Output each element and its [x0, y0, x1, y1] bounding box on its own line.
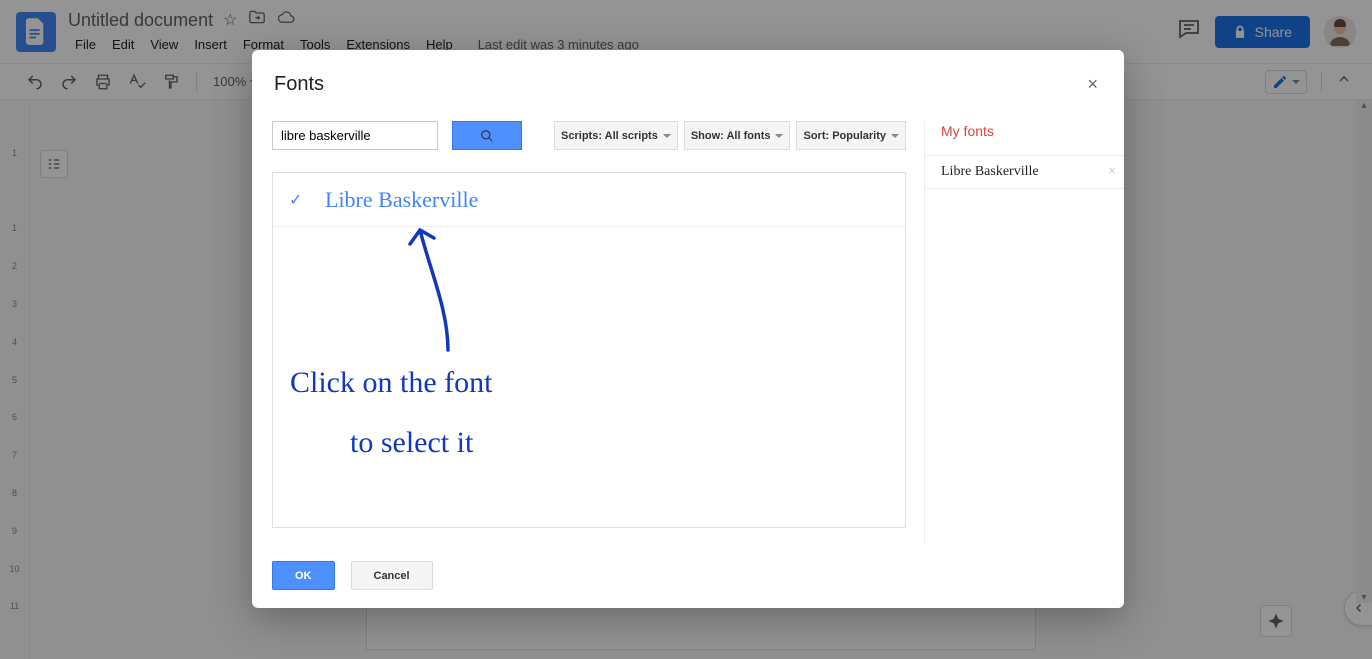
cancel-button[interactable]: Cancel [351, 561, 433, 590]
caret-down-icon [775, 134, 783, 138]
font-name-label: Libre Baskerville [325, 187, 478, 213]
font-result-item[interactable]: ✓ Libre Baskerville [273, 173, 905, 227]
scripts-filter[interactable]: Scripts: All scripts [554, 121, 678, 150]
show-filter[interactable]: Show: All fonts [684, 121, 791, 150]
annotation-text-line1: Click on the font [290, 356, 492, 410]
font-results-list: ✓ Libre Baskerville [272, 172, 906, 528]
my-fonts-panel: My fonts Libre Baskerville × [924, 121, 1124, 545]
caret-down-icon [663, 134, 671, 138]
dialog-title: Fonts [274, 73, 324, 96]
fonts-dialog: Fonts × Scripts: All scripts Show: All f… [252, 50, 1124, 608]
my-font-label: Libre Baskerville [941, 164, 1039, 180]
sort-filter[interactable]: Sort: Popularity [796, 121, 906, 150]
search-button[interactable] [452, 121, 522, 150]
search-icon [480, 129, 494, 143]
font-search-input[interactable] [272, 121, 438, 150]
check-icon: ✓ [289, 190, 305, 210]
caret-down-icon [891, 134, 899, 138]
annotation-text-line2: to select it [350, 416, 473, 470]
remove-font-icon[interactable]: × [1108, 164, 1116, 180]
my-font-item[interactable]: Libre Baskerville × [925, 155, 1124, 189]
ok-button[interactable]: OK [272, 561, 335, 590]
my-fonts-heading: My fonts [941, 123, 1124, 139]
close-icon[interactable]: × [1083, 70, 1102, 99]
